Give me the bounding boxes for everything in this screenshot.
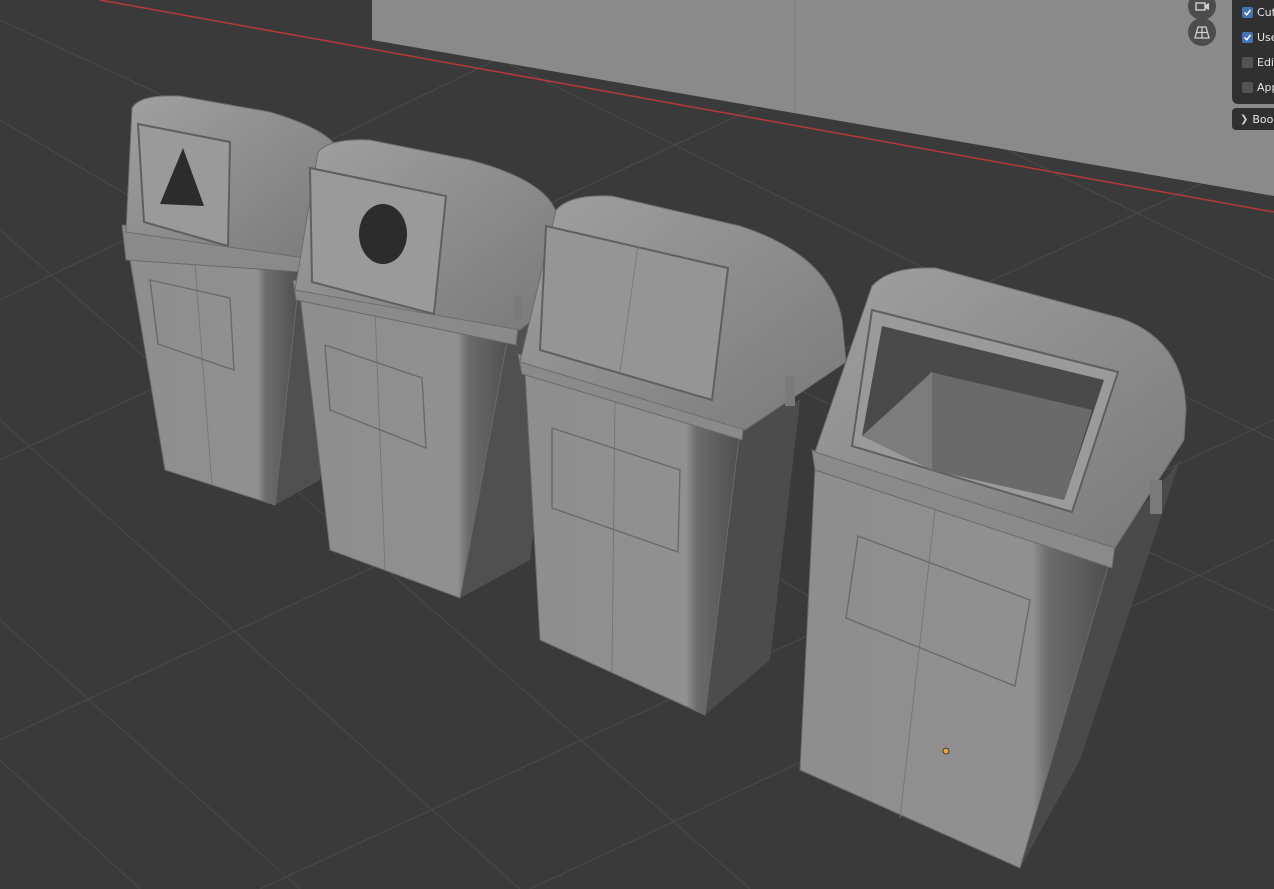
option-row-edit[interactable]: Edit xyxy=(1242,52,1274,72)
option-row-cut[interactable]: Cut xyxy=(1242,2,1274,22)
option-label: App xyxy=(1257,80,1274,94)
option-label: Cut xyxy=(1257,5,1274,19)
boolean-subpanel-header[interactable]: ❯ Boo xyxy=(1232,108,1274,130)
toggle-perspective-button[interactable] xyxy=(1188,18,1216,46)
option-row-apply[interactable]: App xyxy=(1242,77,1274,97)
apply-checkbox[interactable] xyxy=(1242,81,1253,93)
perspective-grid-icon xyxy=(1194,26,1210,39)
option-label: Use xyxy=(1257,30,1274,44)
3d-viewport[interactable] xyxy=(0,0,1274,889)
circle-opening xyxy=(359,204,407,264)
option-label: Edit xyxy=(1257,55,1274,69)
subpanel-title: Boo xyxy=(1252,112,1274,126)
use-checkbox[interactable] xyxy=(1242,31,1253,43)
chevron-right-icon: ❯ xyxy=(1240,113,1249,125)
boolean-options-panel: Cut Use Edit App xyxy=(1232,0,1274,104)
camera-icon xyxy=(1195,2,1209,11)
trash-bin-circle[interactable] xyxy=(292,139,560,599)
edit-checkbox[interactable] xyxy=(1242,56,1253,68)
cut-checkbox[interactable] xyxy=(1242,6,1253,18)
option-row-use[interactable]: Use xyxy=(1242,27,1274,47)
object-origin-dot xyxy=(942,747,950,755)
